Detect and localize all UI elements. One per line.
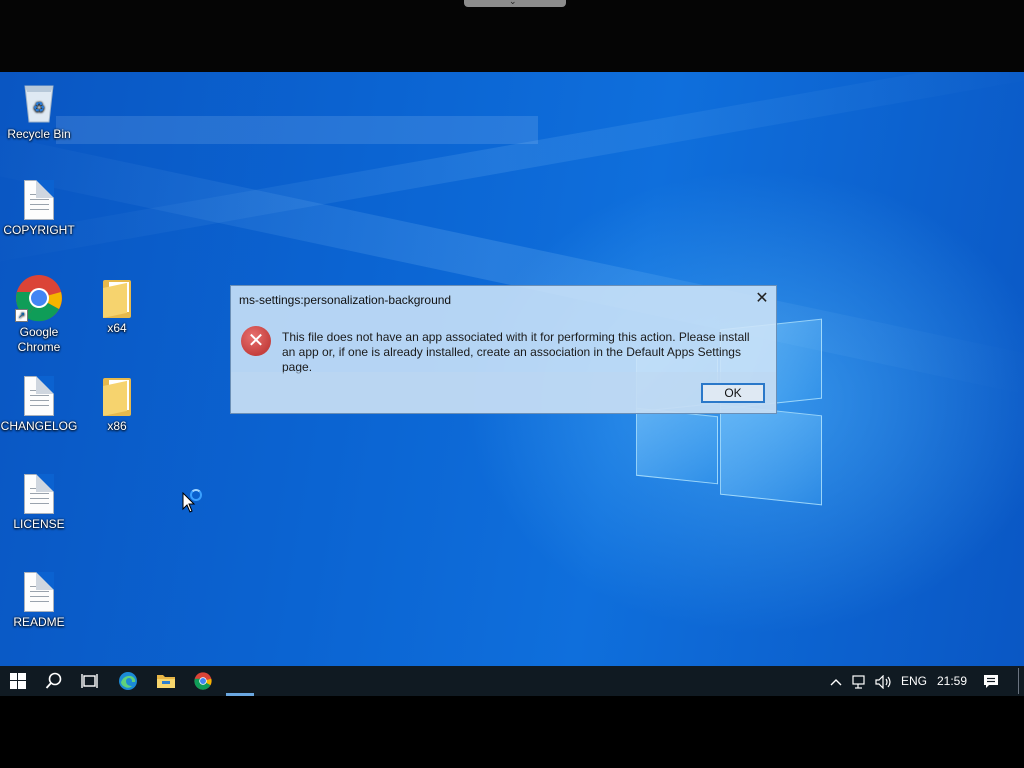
desktop-icon-readme[interactable]: README	[0, 572, 78, 630]
chrome-icon	[194, 672, 212, 690]
dialog-title: ms-settings:personalization-background	[239, 293, 452, 307]
search-icon	[45, 672, 62, 689]
chrome-icon: ↗	[15, 274, 63, 322]
clock[interactable]: 21:59	[935, 666, 969, 696]
desktop-icon-google-chrome[interactable]: ↗ Google Chrome	[0, 274, 78, 355]
notification-icon	[984, 675, 998, 689]
file-explorer-icon	[157, 675, 175, 688]
start-button[interactable]	[0, 666, 36, 696]
desktop-icon-label: x86	[107, 419, 127, 433]
chevron-up-icon	[830, 678, 842, 686]
search-button[interactable]	[36, 666, 72, 696]
network-button[interactable]	[851, 666, 869, 696]
desktop-icon-label: CHANGELOG	[0, 419, 78, 433]
desktop-icon-label: README	[13, 615, 65, 629]
task-view-button[interactable]	[72, 666, 108, 696]
error-dialog: ms-settings:personalization-background ✕…	[230, 285, 777, 414]
taskbar-file-explorer[interactable]	[148, 666, 184, 696]
svg-text:♻: ♻	[33, 100, 46, 116]
desktop-icon-license[interactable]: LICENSE	[0, 474, 78, 532]
desktop-icon-copyright[interactable]: COPYRIGHT	[0, 180, 78, 238]
document-icon	[24, 376, 54, 416]
desktop-icon-label: LICENSE	[13, 517, 65, 531]
desktop-icon-x86[interactable]: x86	[78, 376, 156, 434]
network-icon	[852, 675, 865, 689]
desktop-icon-label: COPYRIGHT	[3, 223, 75, 237]
desktop-icon-changelog[interactable]: CHANGELOG	[0, 376, 78, 434]
edge-icon	[119, 672, 137, 690]
folder-icon	[101, 278, 133, 318]
task-view-icon	[81, 674, 98, 688]
top-bar: ⌄	[0, 0, 1024, 72]
action-center-button[interactable]	[980, 666, 1002, 696]
desktop-icon-label: x64	[107, 321, 127, 335]
desktop-icon-recycle-bin[interactable]: ♻ Recycle Bin	[0, 80, 78, 142]
taskbar-chrome[interactable]	[185, 666, 221, 696]
desktop-icon-label: Google Chrome	[17, 325, 61, 354]
language-indicator[interactable]: ENG	[901, 666, 927, 696]
mouse-cursor-icon	[182, 492, 196, 513]
document-icon	[24, 474, 54, 514]
start-icon	[10, 673, 26, 689]
desktop-icon-label: Recycle Bin	[7, 127, 71, 141]
show-hidden-icons-button[interactable]	[828, 666, 844, 696]
taskbar-edge[interactable]	[110, 666, 146, 696]
selection-band	[56, 116, 538, 144]
document-icon	[24, 180, 54, 220]
close-icon[interactable]: ✕	[752, 289, 772, 309]
ok-button[interactable]: OK	[701, 383, 765, 403]
volume-button[interactable]	[874, 666, 894, 696]
recycle-bin-icon: ♻	[24, 85, 54, 123]
show-desktop-divider[interactable]	[1018, 668, 1019, 694]
letterbox-bottom	[0, 696, 1024, 768]
document-icon	[24, 572, 54, 612]
dialog-footer	[231, 372, 776, 413]
taskbar: ENG 21:59	[0, 666, 1024, 696]
dialog-message: This file does not have an app associate…	[282, 330, 750, 374]
desktop-icon-x64[interactable]: x64	[78, 278, 156, 336]
error-icon: ✕	[241, 326, 271, 356]
folder-icon	[101, 376, 133, 416]
speaker-icon	[875, 674, 891, 690]
shortcut-arrow-icon: ↗	[15, 309, 28, 322]
chevron-down-icon: ⌄	[509, 0, 517, 6]
